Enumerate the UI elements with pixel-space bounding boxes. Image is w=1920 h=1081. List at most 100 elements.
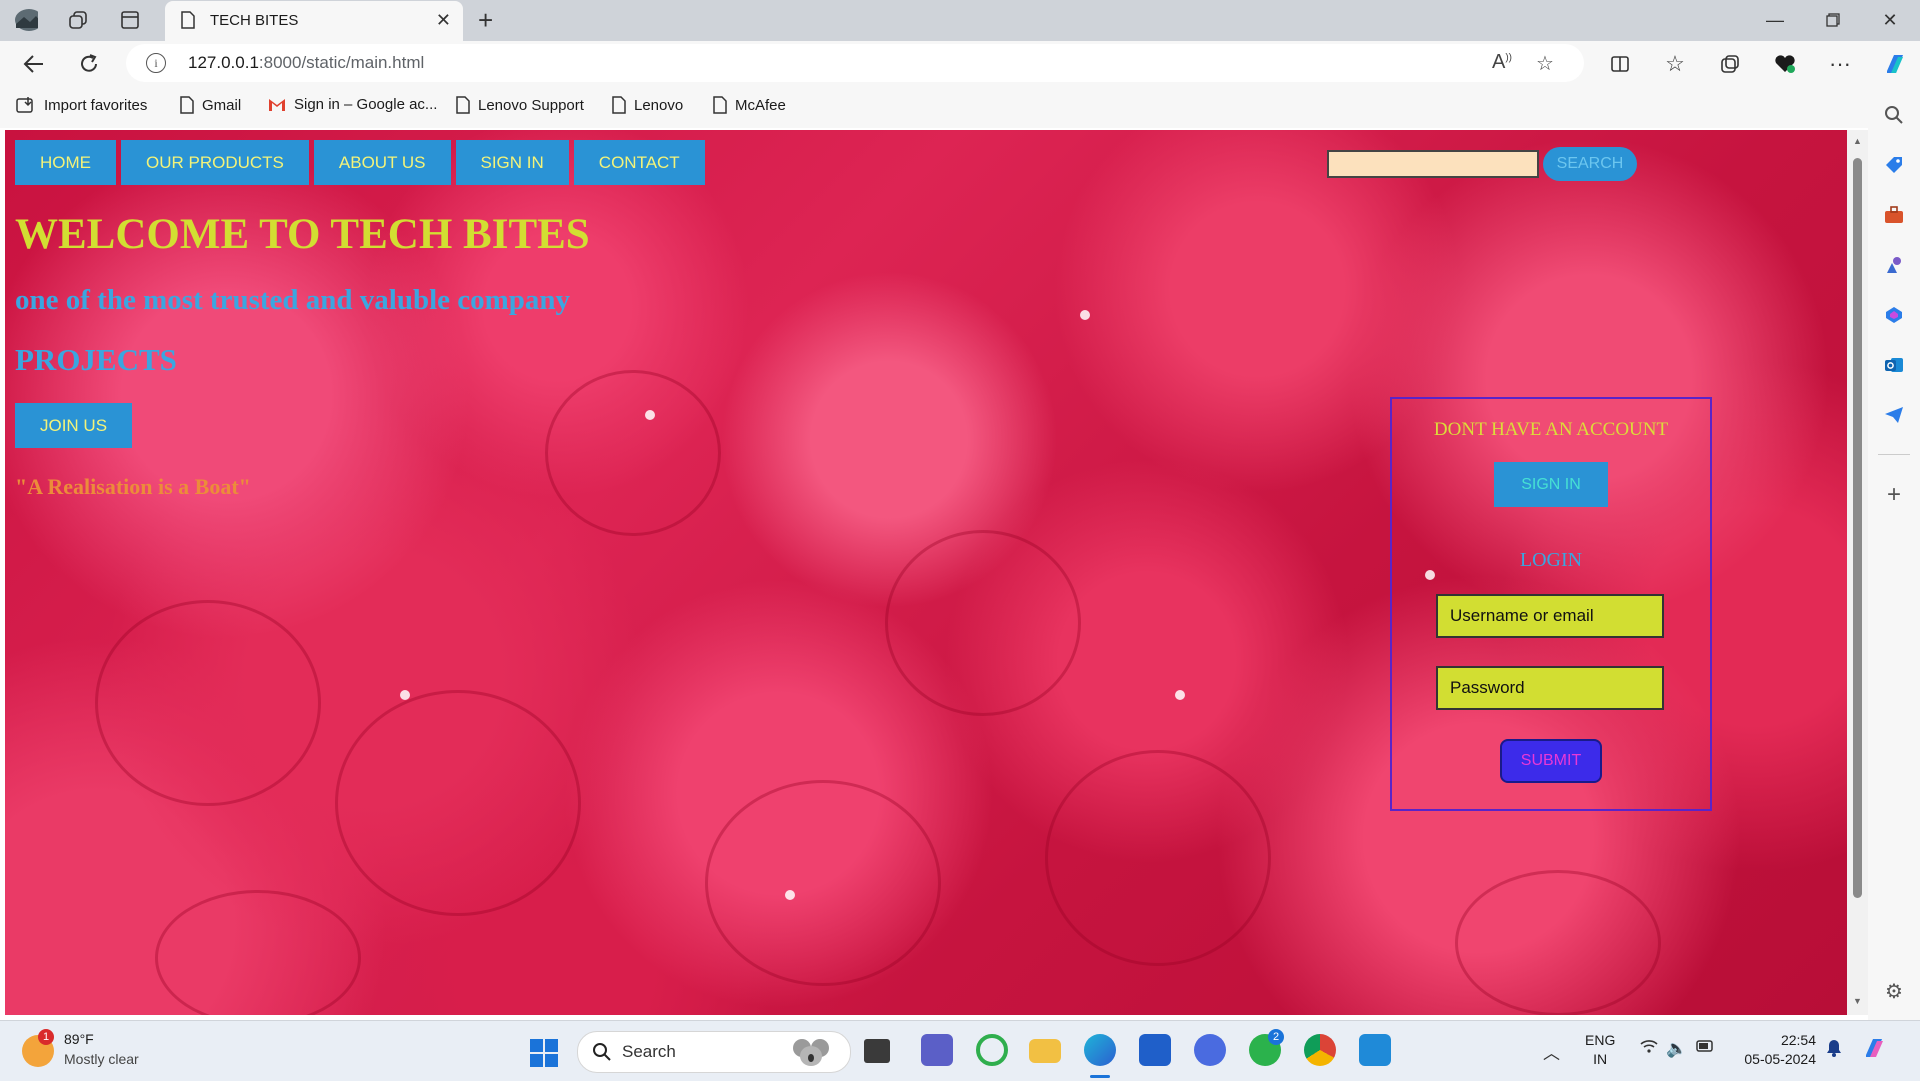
favorite-google-signin[interactable]: Sign in – Google ac... [268, 96, 437, 113]
show-hidden-icons-chevron-icon[interactable]: ︿ [1543, 1039, 1560, 1064]
add-sidebar-app-icon[interactable]: + [1881, 481, 1907, 508]
edge-browser-icon[interactable] [1084, 1034, 1116, 1066]
join-us-button[interactable]: JOIN US [15, 403, 132, 448]
games-icon[interactable] [1881, 252, 1907, 278]
tools-briefcase-icon[interactable] [1881, 202, 1907, 228]
microsoft-store-icon[interactable] [1139, 1034, 1171, 1066]
scroll-down-arrow-icon[interactable]: ▼ [1853, 996, 1862, 1006]
url-text: 127.0.0.1:8000/static/main.html [188, 53, 424, 73]
nav-home-button[interactable]: HOME [15, 140, 116, 185]
browser-titlebar: TECH BITES ✕ + — ✕ [0, 0, 1920, 41]
shopping-tag-icon[interactable] [1881, 152, 1907, 178]
username-field[interactable]: Username or email [1436, 594, 1664, 638]
nav-sign-in-button[interactable]: SIGN IN [455, 140, 569, 185]
site-search-input[interactable] [1327, 150, 1539, 178]
close-tab-icon[interactable]: ✕ [436, 10, 451, 31]
quote-text: "A Realisation is a Boat" [15, 474, 251, 499]
battery-icon[interactable] [1696, 1039, 1714, 1053]
back-icon[interactable] [19, 49, 49, 79]
no-account-heading: DONT HAVE AN ACCOUNT [1433, 419, 1669, 440]
vscode-icon[interactable] [1359, 1034, 1391, 1066]
taskbar-search-label: Search [622, 1042, 676, 1061]
input-language[interactable]: ENG IN [1585, 1031, 1615, 1069]
workspaces-icon[interactable] [66, 8, 90, 32]
more-options-icon[interactable]: ··· [1825, 49, 1855, 79]
favorite-mcafee[interactable]: McAfee [713, 96, 786, 114]
main-nav: HOME OUR PRODUCTS ABOUT US SIGN IN CONTA… [15, 140, 705, 185]
chrome-icon[interactable] [1304, 1034, 1336, 1066]
volume-icon[interactable]: 🔈 [1666, 1039, 1687, 1059]
task-view-icon[interactable] [864, 1039, 890, 1063]
favorite-label: Import favorites [44, 96, 148, 114]
favorite-label: Sign in – Google ac... [294, 96, 438, 113]
add-favorite-star-icon[interactable]: ☆ [1536, 51, 1554, 76]
minimize-icon[interactable]: — [1755, 6, 1795, 34]
password-field[interactable]: Password [1436, 666, 1664, 710]
file-explorer-icon[interactable] [1029, 1039, 1061, 1063]
favorite-label: Lenovo Support [478, 96, 584, 114]
read-aloud-icon[interactable]: A)) [1492, 51, 1512, 74]
active-app-indicator [1090, 1075, 1110, 1078]
send-paper-plane-icon[interactable] [1881, 402, 1907, 428]
rose-decoration [545, 370, 721, 536]
favorite-import[interactable]: Import favorites [16, 96, 147, 114]
projects-heading: PROJECTS [15, 342, 177, 377]
taskbar-search-box[interactable]: Search [577, 1031, 851, 1073]
page-icon [456, 96, 470, 114]
scroll-up-arrow-icon[interactable]: ▲ [1853, 136, 1862, 146]
close-window-icon[interactable]: ✕ [1870, 6, 1910, 34]
active-tab[interactable]: TECH BITES ✕ [165, 1, 463, 41]
profile-avatar-icon[interactable] [14, 8, 38, 32]
favorite-lenovo-support[interactable]: Lenovo Support [456, 96, 584, 114]
vertical-tabs-icon[interactable] [118, 8, 142, 32]
nav-about-us-button[interactable]: ABOUT US [313, 140, 451, 185]
favorite-label: McAfee [735, 96, 786, 114]
new-tab-icon[interactable]: + [478, 5, 493, 36]
search-icon[interactable] [1881, 102, 1907, 128]
wifi-icon[interactable] [1640, 1039, 1658, 1053]
dew-drop-decoration [785, 890, 795, 900]
page-icon [713, 96, 727, 114]
signup-signin-button[interactable]: SIGN IN [1494, 462, 1608, 507]
copilot-preview-icon[interactable] [1862, 1035, 1888, 1061]
restore-icon[interactable] [1813, 6, 1853, 34]
collections-icon[interactable] [1715, 49, 1745, 79]
favorite-lenovo[interactable]: Lenovo [612, 96, 683, 114]
login-box: DONT HAVE AN ACCOUNT SIGN IN LOGIN Usern… [1390, 397, 1712, 811]
login-title: LOGIN [1519, 549, 1583, 571]
circle-app-icon[interactable] [976, 1034, 1008, 1066]
scrollbar-thumb[interactable] [1853, 158, 1862, 898]
favorite-gmail[interactable]: Gmail [180, 96, 241, 114]
rose-decoration [885, 530, 1081, 716]
favorite-label: Gmail [202, 96, 242, 114]
clock-time: 22:54 [1780, 1032, 1816, 1048]
nav-contact-button[interactable]: CONTACT [573, 140, 705, 185]
site-search-button[interactable]: SEARCH [1543, 147, 1637, 181]
notification-bell-icon[interactable] [1826, 1039, 1842, 1057]
edge-sidebar: + ⚙ [1868, 86, 1920, 1020]
page-icon [180, 96, 194, 114]
submit-button[interactable]: SUBMIT [1500, 739, 1602, 783]
dew-drop-decoration [400, 690, 410, 700]
system-clock[interactable]: 22:54 05-05-2024 [1732, 1031, 1816, 1069]
refresh-icon[interactable] [74, 49, 104, 79]
outlook-icon[interactable] [1881, 352, 1907, 378]
clock-date: 05-05-2024 [1744, 1051, 1816, 1067]
site-info-icon[interactable]: i [146, 53, 166, 73]
dew-drop-decoration [1080, 310, 1090, 320]
url-path: :8000/static/main.html [258, 53, 425, 72]
microsoft-365-icon[interactable] [1881, 302, 1907, 328]
nav-our-products-button[interactable]: OUR PRODUCTS [121, 140, 309, 185]
page-scrollbar[interactable]: ▲ ▼ [1847, 130, 1868, 1015]
address-bar[interactable]: i 127.0.0.1:8000/static/main.html A)) ☆ [126, 44, 1584, 82]
windows-start-icon[interactable] [529, 1038, 559, 1068]
favorite-label: Lenovo [634, 96, 684, 114]
gmail-icon [268, 98, 286, 112]
split-screen-icon[interactable] [1605, 49, 1635, 79]
favorites-icon[interactable]: ☆ [1660, 49, 1690, 79]
sidebar-settings-gear-icon[interactable]: ⚙ [1881, 978, 1907, 1004]
teams-icon[interactable] [921, 1034, 953, 1066]
browser-essentials-heart-icon[interactable] [1770, 49, 1800, 79]
azure-vpn-icon[interactable] [1194, 1034, 1226, 1066]
copilot-icon[interactable] [1880, 49, 1910, 79]
